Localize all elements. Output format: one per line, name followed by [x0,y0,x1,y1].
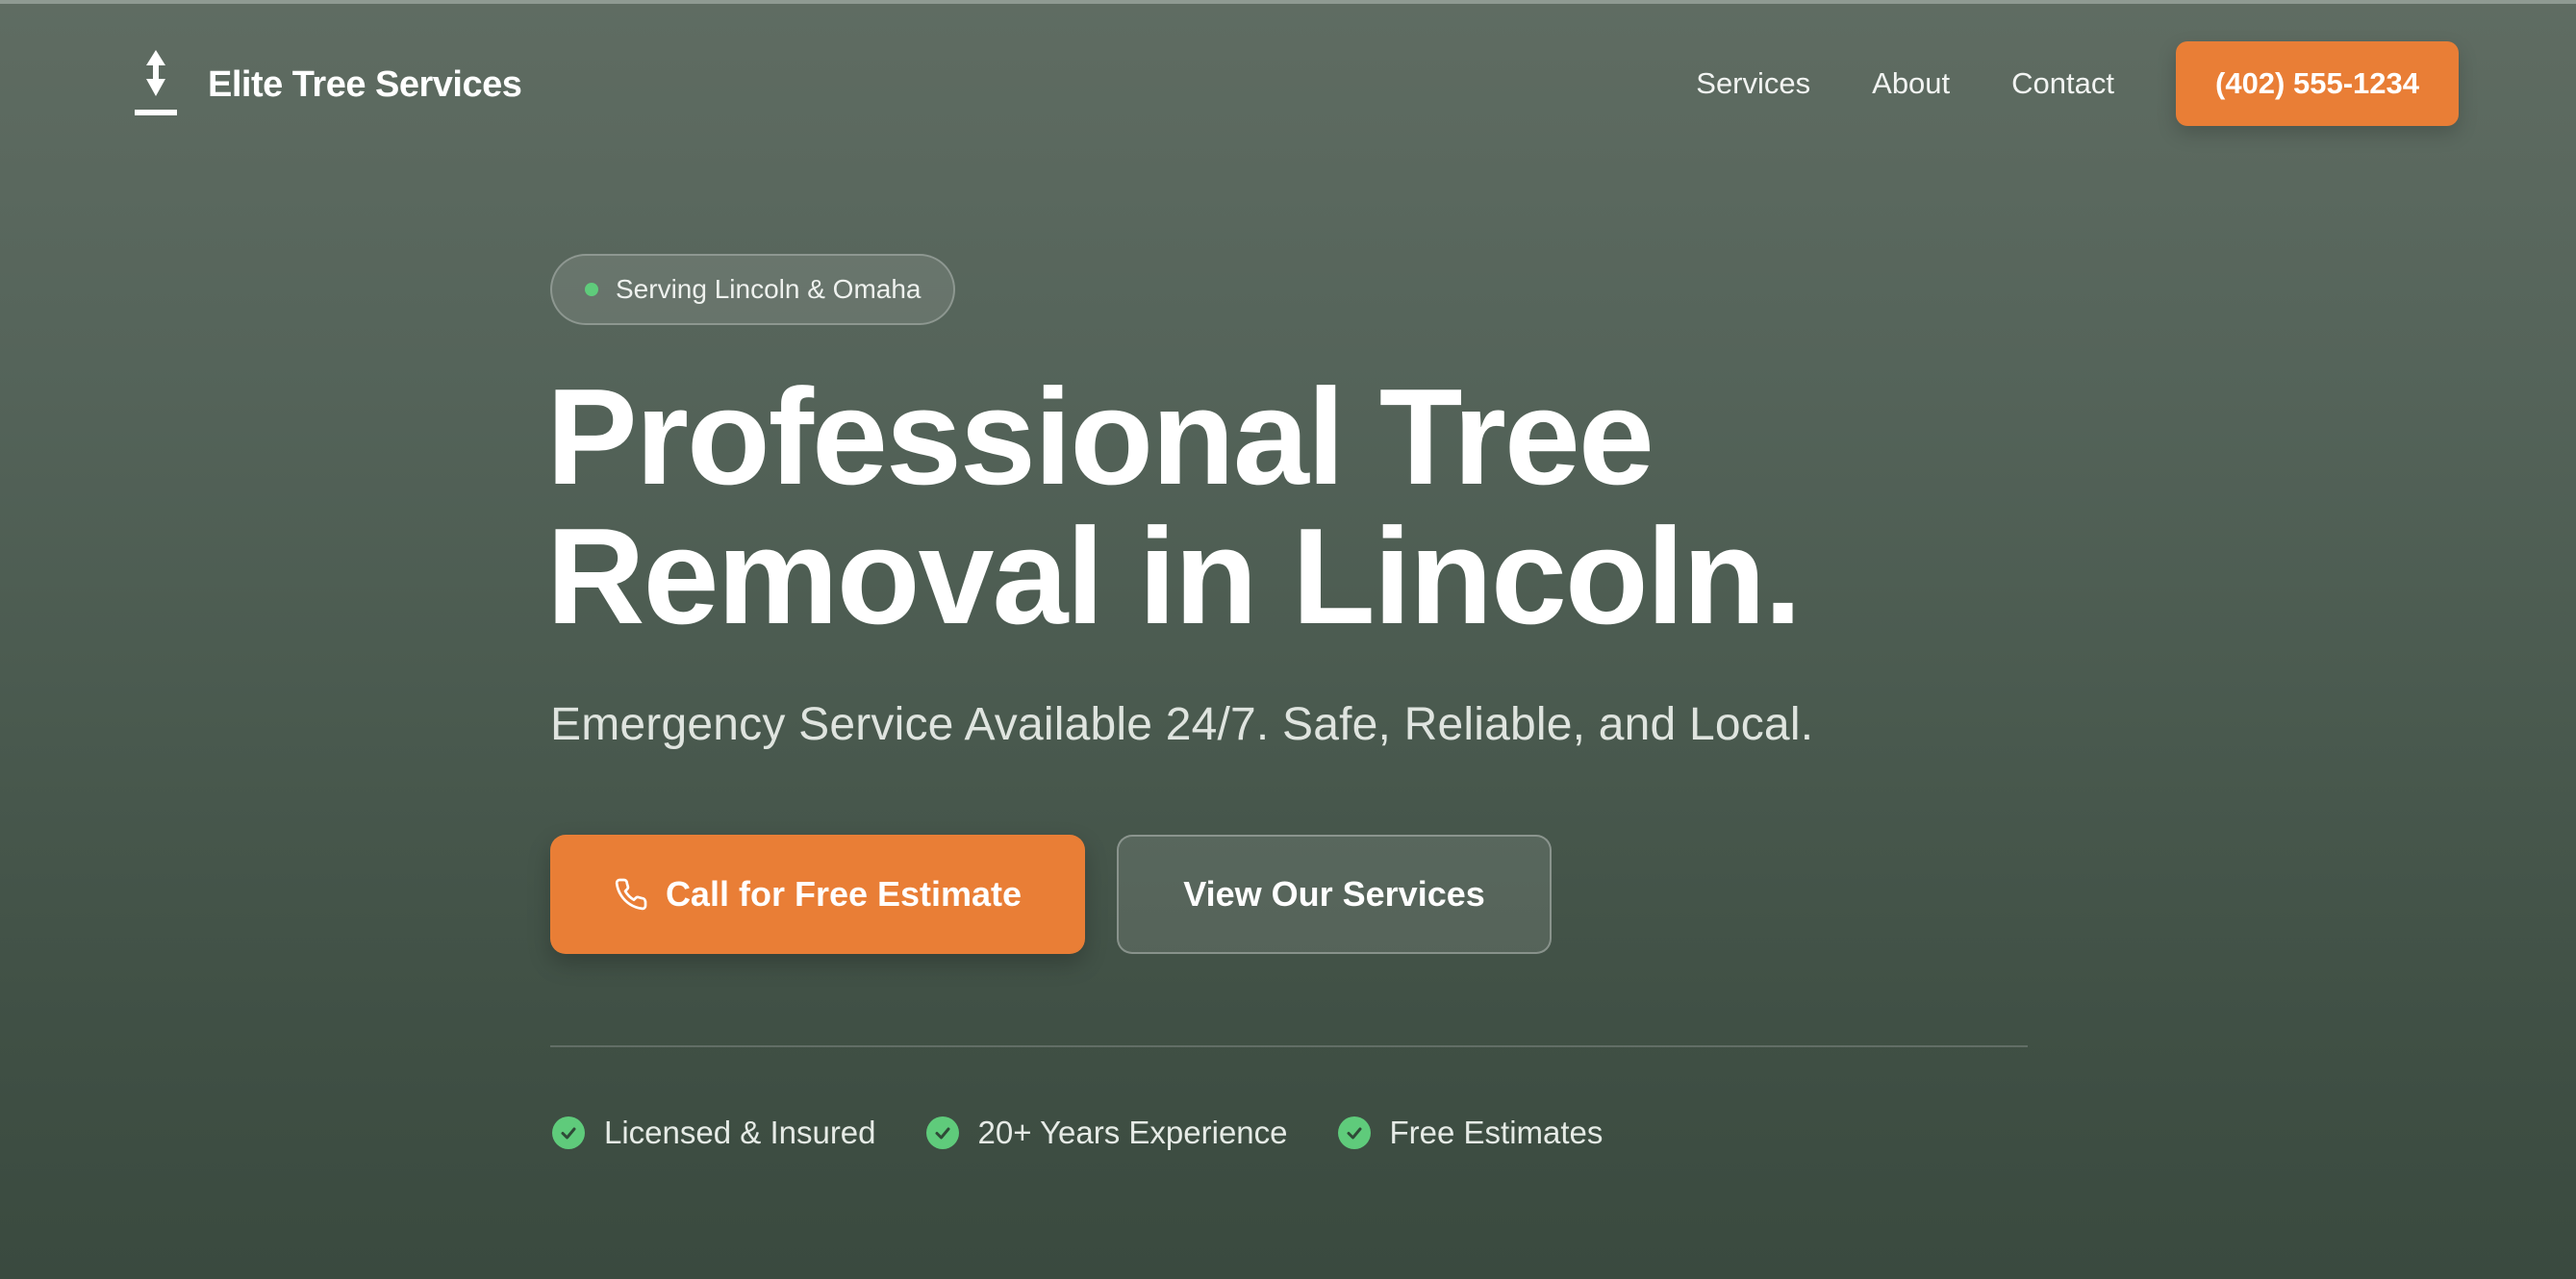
trust-text: Free Estimates [1389,1115,1604,1150]
trust-item: Free Estimates [1337,1115,1604,1151]
main-nav: Services About Contact (402) 555-1234 [1696,40,2459,127]
hero-section: Elite Tree Services Services About Conta… [0,0,2576,1279]
status-dot-icon [585,283,598,296]
trust-item: Licensed & Insured [552,1115,876,1151]
phone-icon [614,877,648,912]
trust-text: 20+ Years Experience [977,1115,1288,1150]
page-title: Professional Tree Removal in Lincoln. [546,361,1802,653]
check-circle-icon [925,1116,959,1149]
headline-line-2: Removal in Lincoln. [546,500,1802,653]
check-circle-icon [552,1116,585,1149]
badge-text: Serving Lincoln & Omaha [616,274,922,304]
header-phone-button[interactable]: (402) 555-1234 [2176,41,2459,126]
divider [550,1045,2028,1047]
headline-line-1: Professional Tree [546,361,1654,514]
brand-logo[interactable]: Elite Tree Services [135,50,522,119]
trust-item: 20+ Years Experience [925,1115,1288,1151]
view-services-button[interactable]: View Our Services [1117,835,1552,954]
brand-name: Elite Tree Services [208,63,522,105]
check-circle-icon [1337,1116,1371,1149]
call-estimate-button[interactable]: Call for Free Estimate [550,835,1085,954]
trust-text: Licensed & Insured [604,1115,876,1150]
nav-link-services[interactable]: Services [1696,66,1810,101]
location-badge: Serving Lincoln & Omaha [550,254,955,325]
trust-list: Licensed & Insured 20+ Years Experience … [552,1112,1653,1154]
subheadline: Emergency Service Available 24/7. Safe, … [550,699,1814,750]
tree-arrow-icon [135,50,177,119]
nav-link-contact[interactable]: Contact [2011,66,2114,101]
call-estimate-label: Call for Free Estimate [665,874,1023,914]
nav-link-about[interactable]: About [1872,66,1950,101]
